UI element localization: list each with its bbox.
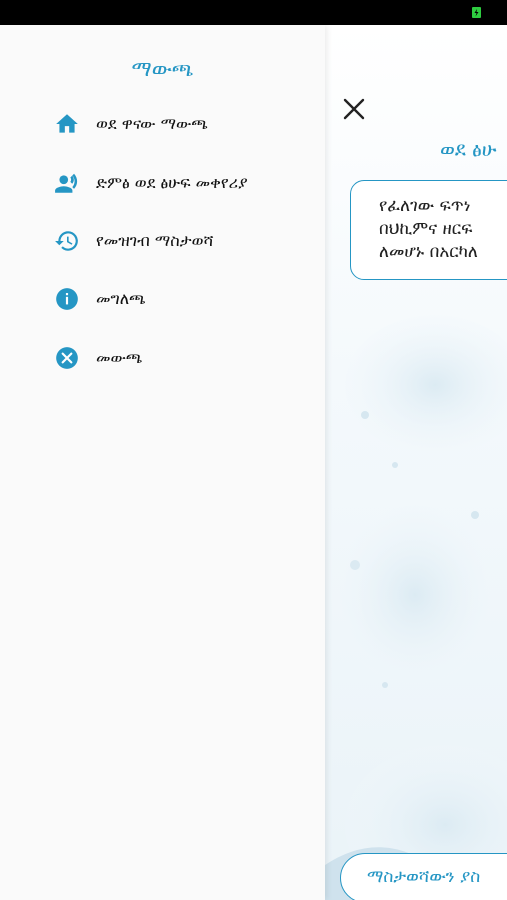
menu-item-history[interactable]: የመዝገብ ማስታወሻ (54, 226, 314, 256)
page-heading: ወደ ፅሁ (440, 137, 497, 161)
info-line: የፈለገው ፍጥነ (379, 196, 471, 216)
menu-item-label: መግለጫ (96, 289, 146, 308)
history-icon (55, 231, 78, 251)
menu-item-exit[interactable]: መውጫ (54, 343, 314, 373)
home-icon (56, 114, 78, 133)
battery-charging-icon (472, 7, 481, 18)
status-bar (0, 0, 507, 25)
menu-item-about[interactable]: መግለጫ (54, 284, 314, 314)
navigation-drawer: ማውጫ ወደ ዋናው ማውጫ ድምፅ ወደ ፅሁፍ መቀየሪያ የመዝገብ ማስ… (0, 25, 325, 900)
menu-item-label: መውጫ (96, 348, 143, 367)
menu-item-label: የመዝገብ ማስታወሻ (96, 231, 214, 250)
water-splash-background (325, 315, 507, 900)
close-circle-icon (56, 347, 78, 369)
menu-item-voice-to-text[interactable]: ድምፅ ወደ ፅሁፍ መቀየሪያ (54, 168, 314, 198)
voice-user-icon (55, 173, 78, 193)
menu-item-label: ወደ ዋናው ማውጫ (96, 114, 208, 133)
info-line: ለመሆኑ በአርካለ (379, 242, 478, 262)
menu-item-label: ድምፅ ወደ ፅሁፍ መቀየሪያ (96, 173, 248, 192)
info-icon (56, 288, 78, 310)
drawer-title: ማውጫ (131, 57, 194, 81)
menu-item-home[interactable]: ወደ ዋናው ማውጫ (54, 109, 314, 139)
save-notes-button[interactable]: ማስታወሻውን ያስ (340, 853, 507, 900)
info-box: የፈለገው ፍጥነ በህኪምና ዘርፍ ለመሆኑ በአርካለ (350, 180, 507, 280)
info-line: በህኪምና ዘርፍ (379, 219, 473, 239)
close-icon[interactable] (340, 95, 368, 123)
